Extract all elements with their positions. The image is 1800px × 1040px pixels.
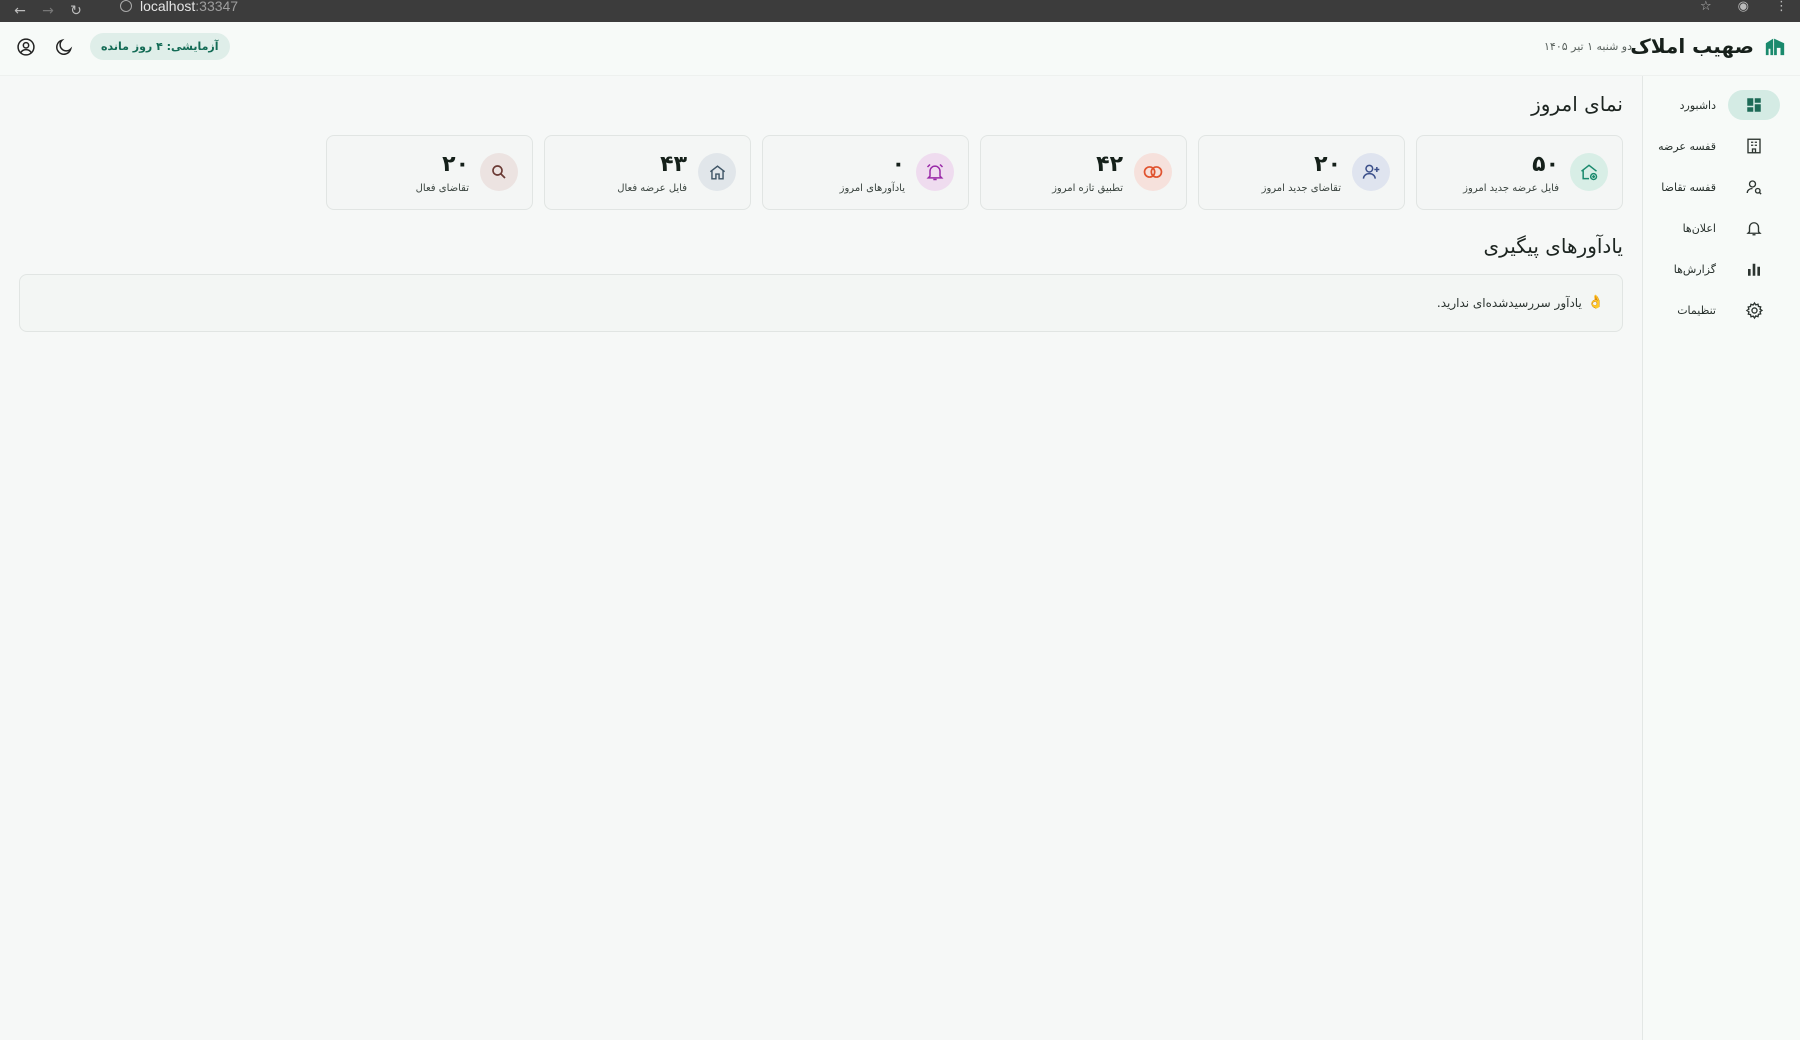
main-content: نمای امروز ۵۰ فایل عرضه جدید امروز ۲۰ تق… — [0, 76, 1641, 1040]
match-icon — [1134, 153, 1172, 191]
account-icon[interactable] — [14, 35, 38, 59]
sidebar-item-dashboard[interactable]: داشبورد — [1653, 90, 1790, 120]
current-date: دو شنبه ۱ تیر ۱۴۰۵ — [1544, 40, 1632, 53]
sidebar: داشبورد قفسه عرضه قفسه تقاضا اعلان‌ها گز… — [1642, 76, 1800, 1040]
dashboard-icon — [1728, 90, 1780, 120]
home-icon — [698, 153, 736, 191]
address-bar[interactable]: localhost:33347 — [120, 0, 238, 22]
stat-label: یادآورهای امروز — [839, 183, 905, 194]
browser-toolbar: ← → ↻ localhost:33347 ☆ ◉ ⋮ — [0, 0, 1800, 22]
app-header: صهیب املاک دو شنبه ۱ تیر ۱۴۰۵ آزمایشی: ۴… — [0, 22, 1800, 76]
bar-chart-icon — [1728, 254, 1780, 284]
person-add-icon — [1352, 153, 1390, 191]
gear-icon — [1728, 295, 1780, 325]
sidebar-item-demand-shelf[interactable]: قفسه تقاضا — [1653, 172, 1790, 202]
sidebar-item-label: اعلان‌ها — [1682, 221, 1716, 235]
stat-label: تقاضای جدید امروز — [1261, 183, 1341, 194]
stat-value: ۲۰ — [442, 152, 469, 177]
stat-label: فایل عرضه فعال — [617, 183, 687, 194]
stat-value: ۴۳ — [660, 152, 687, 177]
sidebar-item-notifications[interactable]: اعلان‌ها — [1653, 213, 1790, 243]
trial-badge[interactable]: آزمایشی: ۴ روز مانده — [90, 33, 230, 60]
url-host: localhost — [140, 0, 196, 14]
url-port: :33347 — [195, 0, 239, 14]
stat-label: فایل عرضه جدید امروز — [1463, 183, 1559, 194]
app-name: صهیب املاک — [1630, 34, 1754, 58]
reload-icon[interactable]: ↻ — [62, 4, 90, 18]
dark-mode-icon[interactable] — [52, 35, 76, 59]
logo-icon — [1765, 38, 1785, 56]
bookmark-star-icon[interactable]: ☆ — [1700, 0, 1712, 14]
stat-card-active-supply[interactable]: ۴۳ فایل عرضه فعال — [544, 135, 751, 210]
reminders-empty-message: یادآور سررسیدشده‌ای ندارید. — [1436, 295, 1582, 310]
building-icon — [1728, 131, 1780, 161]
bell-icon — [1728, 213, 1780, 243]
sidebar-item-label: قفسه عرضه — [1658, 139, 1716, 153]
person-search-icon — [1728, 172, 1780, 202]
thumbs-up-icon: 👌 — [1587, 295, 1604, 310]
follow-up-reminders-title: یادآورهای پیگیری — [1483, 234, 1623, 258]
today-overview-title: نمای امروز — [1531, 92, 1623, 116]
forward-icon[interactable]: → — [34, 4, 62, 18]
stat-card-new-matches[interactable]: ۴۲ تطبیق تازه امروز — [980, 135, 1187, 210]
stat-card-new-supply[interactable]: ۵۰ فایل عرضه جدید امروز — [1416, 135, 1623, 210]
alarm-icon — [916, 153, 954, 191]
stat-card-new-demand[interactable]: ۲۰ تقاضای جدید امروز — [1198, 135, 1405, 210]
stat-value: ۵۰ — [1532, 152, 1559, 177]
stat-card-today-reminders[interactable]: ۰ یادآورهای امروز — [762, 135, 969, 210]
stats-cards: ۵۰ فایل عرضه جدید امروز ۲۰ تقاضای جدید ا… — [326, 135, 1623, 210]
stat-value: ۲۰ — [1314, 152, 1341, 177]
browser-menu-icon[interactable]: ⋮ — [1775, 0, 1788, 14]
sidebar-item-reports[interactable]: گزارش‌ها — [1653, 254, 1790, 284]
sidebar-item-supply-shelf[interactable]: قفسه عرضه — [1653, 131, 1790, 161]
profile-icon[interactable]: ◉ — [1738, 0, 1749, 14]
stat-value: ۰ — [891, 152, 905, 177]
brand[interactable]: صهیب املاک — [1630, 34, 1786, 58]
sidebar-item-settings[interactable]: تنظیمات — [1653, 295, 1790, 325]
home-add-icon — [1570, 153, 1608, 191]
sidebar-item-label: داشبورد — [1679, 98, 1716, 112]
stat-card-active-demand[interactable]: ۲۰ تقاضای فعال — [326, 135, 533, 210]
stat-label: تقاضای فعال — [415, 183, 469, 194]
sidebar-item-label: قفسه تقاضا — [1661, 180, 1716, 194]
reminders-panel: 👌 یادآور سررسیدشده‌ای ندارید. — [19, 274, 1623, 332]
site-info-icon[interactable] — [120, 0, 132, 12]
sidebar-item-label: گزارش‌ها — [1673, 262, 1716, 276]
sidebar-item-label: تنظیمات — [1677, 303, 1716, 317]
back-icon[interactable]: ← — [6, 4, 34, 18]
stat-label: تطبیق تازه امروز — [1052, 183, 1123, 194]
search-icon — [480, 153, 518, 191]
stat-value: ۴۲ — [1096, 152, 1123, 177]
